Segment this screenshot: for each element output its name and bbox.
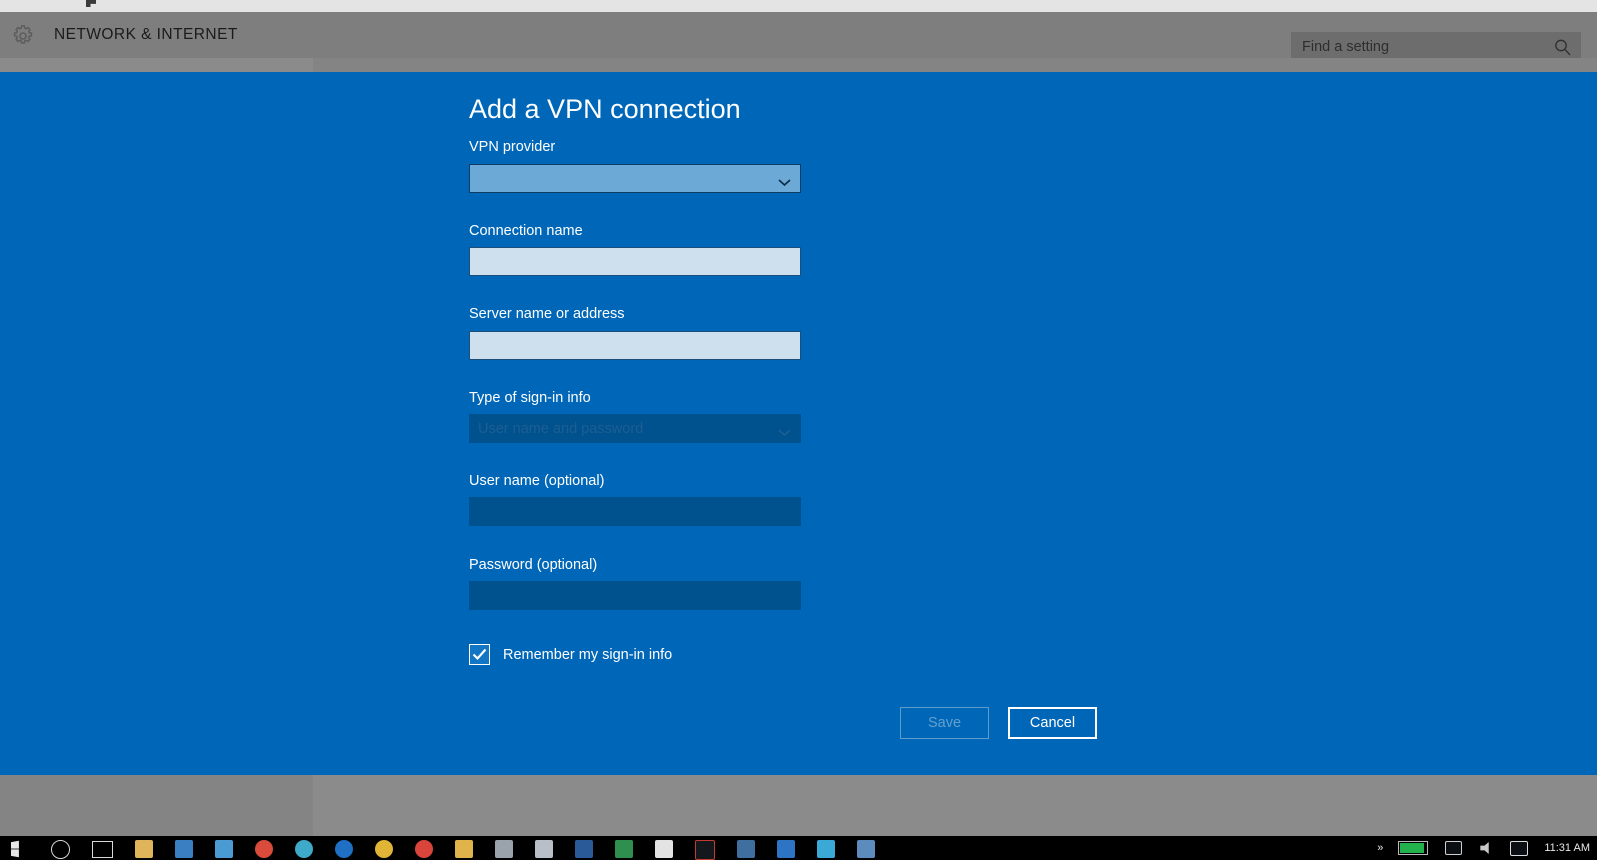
connection-name-input[interactable]: [469, 247, 801, 276]
background-window-glyph: [86, 0, 96, 7]
vpn-provider-select[interactable]: [469, 164, 801, 193]
start-icon[interactable]: [11, 840, 19, 858]
app-icon-blue-1[interactable]: [175, 840, 193, 858]
tray-overflow-icon[interactable]: »: [1377, 842, 1383, 854]
app-icon-edge[interactable]: [335, 840, 353, 858]
remember-signin-label: Remember my sign-in info: [503, 646, 673, 663]
app-icon-folder[interactable]: [455, 840, 473, 858]
window-bottom-area: [0, 775, 1597, 836]
network-icon[interactable]: [1445, 841, 1463, 855]
chevron-down-icon: [777, 424, 792, 437]
app-icon-cyan[interactable]: [817, 840, 835, 858]
background-window-sliver: [0, 0, 1597, 12]
app-icon-silver[interactable]: [535, 840, 553, 858]
signin-type-label: Type of sign-in info: [469, 390, 591, 406]
window-bottom-left-pane: [0, 775, 313, 836]
vpn-content-panel: Add a VPN connection VPN provider Connec…: [0, 72, 1597, 775]
connection-name-label: Connection name: [469, 223, 583, 239]
password-label: Password (optional): [469, 557, 598, 573]
app-icon-green[interactable]: [615, 840, 633, 858]
app-icon-outline-red[interactable]: [695, 840, 715, 860]
system-tray[interactable]: » 11:31 AM: [1370, 836, 1597, 860]
signin-type-value: User name and password: [478, 420, 644, 437]
gear-icon[interactable]: [11, 24, 35, 48]
volume-icon[interactable]: [1480, 842, 1489, 854]
app-icon-yellow[interactable]: [375, 840, 393, 858]
app-icon-blue-3[interactable]: [777, 840, 795, 858]
file-explorer-icon[interactable]: [135, 840, 153, 858]
cancel-button[interactable]: Cancel: [1008, 707, 1097, 739]
battery-icon[interactable]: [1398, 841, 1429, 855]
clock[interactable]: 11:31 AM: [1544, 842, 1590, 854]
server-name-input[interactable]: [469, 331, 801, 360]
task-view-icon[interactable]: [92, 841, 113, 858]
page-title: Add a VPN connection: [469, 94, 741, 124]
password-input[interactable]: [469, 581, 801, 610]
app-icon-navy[interactable]: [575, 840, 593, 858]
server-name-label: Server name or address: [469, 306, 625, 322]
settings-window-header: NETWORK & INTERNET: [0, 12, 1597, 62]
subheader-left-pane: [0, 58, 313, 72]
vpn-provider-label: VPN provider: [469, 139, 556, 155]
app-icon-mixed[interactable]: [857, 840, 875, 858]
user-name-label: User name (optional): [469, 473, 605, 489]
chevron-down-icon: [777, 174, 792, 187]
taskbar[interactable]: » 11:31 AM: [0, 836, 1597, 860]
signin-type-select[interactable]: User name and password: [469, 414, 801, 443]
cortana-search-icon[interactable]: [51, 840, 70, 859]
app-icon-white[interactable]: [655, 840, 673, 858]
subheader-strip: [0, 58, 1597, 72]
app-icon-blue-2[interactable]: [215, 840, 233, 858]
app-icon-grey[interactable]: [495, 840, 513, 858]
remember-signin-checkbox[interactable]: [469, 644, 490, 665]
action-center-icon[interactable]: [1510, 840, 1529, 856]
user-name-input[interactable]: [469, 497, 801, 526]
app-icon-steel[interactable]: [737, 840, 755, 858]
check-icon: [472, 648, 487, 661]
taskbar-icon-strip: [0, 840, 886, 860]
app-icon-red[interactable]: [255, 840, 273, 858]
app-icon-orange[interactable]: [415, 840, 433, 858]
page-title-header: NETWORK & INTERNET: [54, 26, 238, 43]
search-icon[interactable]: [1554, 39, 1571, 56]
app-icon-teal[interactable]: [295, 840, 313, 858]
save-button[interactable]: Save: [900, 707, 989, 739]
remember-signin-row[interactable]: Remember my sign-in info: [469, 644, 672, 665]
